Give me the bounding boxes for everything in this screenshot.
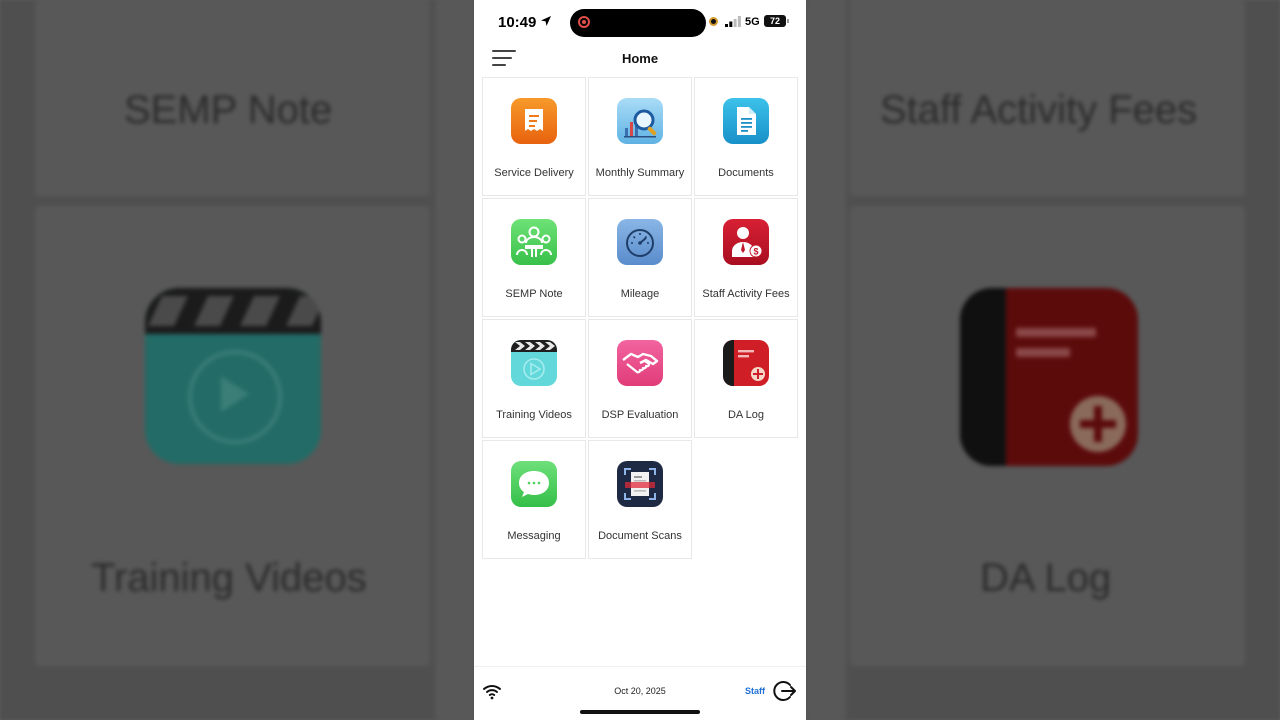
document-scans-icon — [617, 461, 663, 507]
bg-card — [435, 0, 475, 720]
tile-label: Training Videos — [496, 409, 572, 421]
dsp-evaluation-icon — [617, 340, 663, 386]
monthly-summary-icon — [617, 98, 663, 144]
staff-activity-fees-icon: $ — [723, 219, 769, 265]
semp-note-icon — [511, 219, 557, 265]
status-bar: 10:49 5G 72 — [474, 0, 806, 44]
tile-label: Service Delivery — [494, 167, 574, 179]
bg-label: SEMP Note — [124, 88, 333, 132]
tile-label: Messaging — [507, 530, 561, 542]
recording-icon — [578, 16, 590, 28]
camera-indicator-icon — [709, 17, 718, 26]
documents-icon — [723, 98, 769, 144]
tile-dsp-evaluation[interactable]: DSP Evaluation — [588, 319, 692, 438]
user-role-link[interactable]: Staff — [745, 686, 765, 696]
phone-screen: 10:49 5G 72 Home Service Delivery Monthl… — [474, 0, 806, 720]
tile-label: Monthly Summary — [595, 167, 685, 179]
battery-icon: 72 — [764, 15, 789, 27]
tile-label: Document Scans — [598, 530, 682, 542]
status-time: 10:49 — [498, 14, 537, 31]
bg-label: DA Log — [980, 556, 1112, 600]
bg-label: Staff Activity Fees — [880, 88, 1198, 132]
mileage-icon — [617, 219, 663, 265]
tile-documents[interactable]: Documents — [694, 77, 798, 196]
tile-monthly-summary[interactable]: Monthly Summary — [588, 77, 692, 196]
service-delivery-icon — [511, 98, 557, 144]
location-arrow-icon — [541, 16, 551, 26]
home-indicator[interactable] — [580, 710, 700, 714]
tile-label: DA Log — [727, 409, 765, 421]
tile-label: DSP Evaluation — [601, 409, 679, 421]
bg-training-videos-icon — [145, 288, 321, 464]
svg-text:$: $ — [753, 247, 758, 257]
tile-semp-note[interactable]: SEMP Note — [482, 198, 586, 317]
tile-staff-activity-fees[interactable]: $ Staff Activity Fees — [694, 198, 798, 317]
tile-label: SEMP Note — [505, 288, 563, 300]
tile-label: Mileage — [620, 288, 660, 300]
tile-document-scans[interactable]: Document Scans — [588, 440, 692, 559]
bg-label: Training Videos — [91, 556, 367, 600]
bg-card — [806, 0, 846, 720]
tile-training-videos[interactable]: Training Videos — [482, 319, 586, 438]
home-grid: Service Delivery Monthly Summary Documen… — [482, 77, 799, 559]
tile-label: Staff Activity Fees — [702, 288, 790, 300]
logout-icon[interactable] — [773, 679, 797, 703]
bg-da-log-icon — [960, 288, 1138, 466]
page-title: Home — [621, 51, 659, 66]
training-videos-icon — [511, 340, 557, 386]
tile-label: Documents — [718, 167, 774, 179]
network-type: 5G — [745, 16, 760, 28]
tile-service-delivery[interactable]: Service Delivery — [482, 77, 586, 196]
tile-mileage[interactable]: Mileage — [588, 198, 692, 317]
dynamic-island — [570, 9, 706, 37]
app-header: Home — [474, 44, 806, 74]
messaging-icon — [511, 461, 557, 507]
tile-messaging[interactable]: Messaging — [482, 440, 586, 559]
da-log-icon — [723, 340, 769, 386]
signal-icon — [725, 16, 741, 27]
tile-da-log[interactable]: DA Log — [694, 319, 798, 438]
